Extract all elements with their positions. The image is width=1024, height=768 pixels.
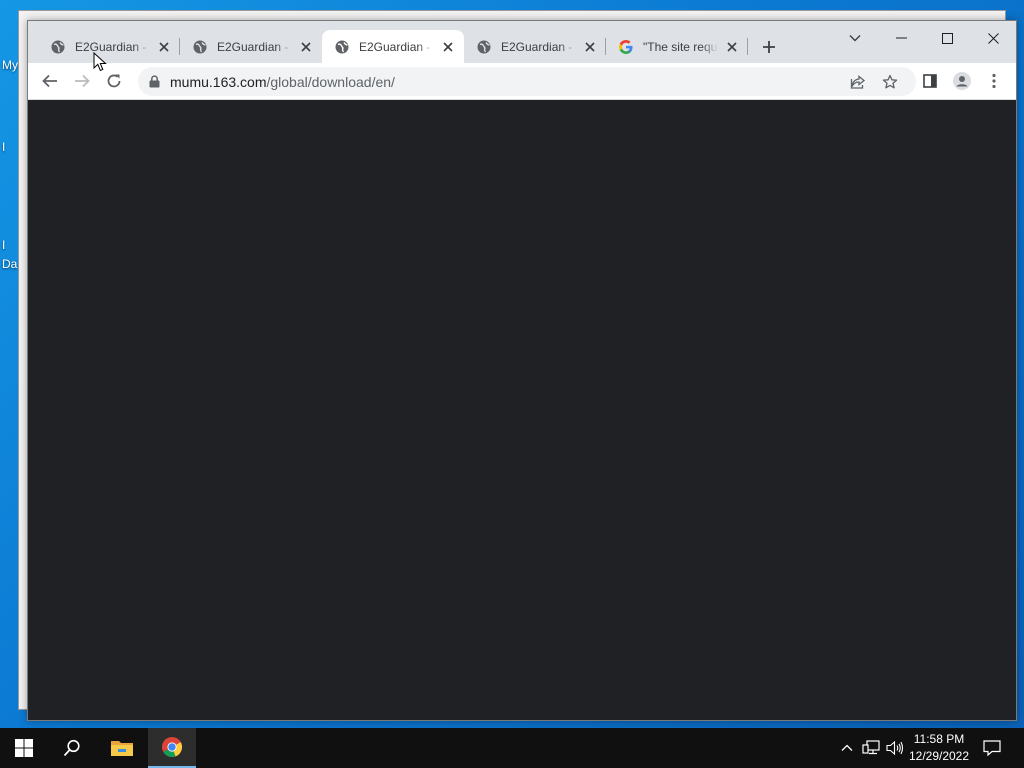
close-icon[interactable] xyxy=(298,39,314,55)
plus-icon xyxy=(763,41,775,53)
taskbar-chrome[interactable] xyxy=(148,728,196,768)
new-tab-button[interactable] xyxy=(758,36,780,58)
tab-e2guardian-2[interactable]: E2Guardian - Unauthorised access xyxy=(180,30,322,63)
share-button[interactable] xyxy=(847,71,869,93)
close-icon xyxy=(987,32,999,44)
tab-e2guardian-4[interactable]: E2Guardian - Unauthorised access xyxy=(464,30,606,63)
tab-title: E2Guardian - Unauthorised access xyxy=(75,39,150,54)
chrome-icon xyxy=(162,737,183,758)
globe-icon xyxy=(192,39,208,55)
page-content[interactable] xyxy=(28,100,1016,720)
tab-e2guardian-1[interactable]: E2Guardian - Unauthorised access xyxy=(38,30,180,63)
desktop-icon-label[interactable]: My xyxy=(2,58,18,72)
taskbar-search-button[interactable] xyxy=(48,728,96,768)
close-icon[interactable] xyxy=(440,39,456,55)
close-icon[interactable] xyxy=(724,39,740,55)
desktop-icon-label[interactable]: I xyxy=(2,140,5,154)
minimize-button[interactable] xyxy=(878,23,924,53)
close-icon[interactable] xyxy=(156,39,172,55)
lock-icon[interactable] xyxy=(147,74,161,88)
star-icon xyxy=(882,74,898,89)
forward-button[interactable] xyxy=(68,67,96,95)
url-text[interactable]: mumu.163.com/global/download/en/ xyxy=(170,74,395,90)
tab-separator xyxy=(747,38,748,55)
globe-icon xyxy=(476,39,492,55)
globe-icon xyxy=(334,39,350,55)
arrow-right-icon xyxy=(75,74,90,88)
menu-button[interactable] xyxy=(980,67,1008,95)
kebab-menu-icon xyxy=(992,73,996,89)
chevron-down-icon xyxy=(849,35,861,42)
tab-title: E2Guardian - Unauthorised access xyxy=(501,39,576,54)
side-panel-icon xyxy=(923,74,937,88)
network-icon xyxy=(862,740,880,755)
action-center-button[interactable] xyxy=(978,728,1006,768)
notification-icon xyxy=(983,740,1001,756)
network-button[interactable] xyxy=(860,728,882,768)
tab-title: "The site requires" xyxy=(643,39,718,54)
minimize-icon xyxy=(895,37,907,39)
taskbar-file-explorer[interactable] xyxy=(98,728,146,768)
tab-google-search[interactable]: "The site requires" xyxy=(606,30,748,63)
start-button[interactable] xyxy=(0,728,48,768)
tab-search-button[interactable] xyxy=(832,23,878,53)
taskbar-clock[interactable]: 11:58 PM 12/29/2022 xyxy=(900,731,978,765)
arrow-left-icon xyxy=(42,74,57,88)
share-icon xyxy=(850,75,866,89)
tab-e2guardian-3-active[interactable]: E2Guardian - Unauthorised access xyxy=(322,30,464,63)
reload-icon xyxy=(107,74,121,88)
side-panel-button[interactable] xyxy=(916,67,944,95)
back-button[interactable] xyxy=(36,67,64,95)
file-explorer-icon xyxy=(111,741,133,756)
globe-icon xyxy=(50,39,66,55)
show-hidden-icons-button[interactable] xyxy=(836,728,858,768)
tab-title: E2Guardian - Unauthorised access xyxy=(359,39,434,54)
taskbar: 11:58 PM 12/29/2022 xyxy=(0,728,1024,768)
browser-window: E2Guardian - Unauthorised access E2Guard… xyxy=(27,20,1017,721)
mouse-cursor-icon xyxy=(93,52,107,72)
address-bar[interactable]: mumu.163.com/global/download/en/ xyxy=(138,67,916,96)
desktop-icon-label[interactable]: I xyxy=(2,238,5,252)
maximize-button[interactable] xyxy=(924,23,970,53)
maximize-icon xyxy=(941,32,953,44)
search-icon xyxy=(63,739,80,757)
chevron-up-icon xyxy=(841,744,853,751)
url-host: mumu.163.com xyxy=(170,74,267,90)
toolbar: mumu.163.com/global/download/en/ xyxy=(28,63,1016,100)
tab-title: E2Guardian - Unauthorised access xyxy=(217,39,292,54)
clock-time: 11:58 PM xyxy=(913,732,965,746)
tab-strip: E2Guardian - Unauthorised access E2Guard… xyxy=(28,21,1016,63)
bookmark-button[interactable] xyxy=(879,71,901,93)
google-icon xyxy=(618,39,634,55)
close-icon[interactable] xyxy=(582,39,598,55)
desktop-icon-label[interactable]: Da xyxy=(2,257,17,271)
close-window-button[interactable] xyxy=(970,23,1016,53)
clock-date: 12/29/2022 xyxy=(908,749,970,763)
windows-start-icon xyxy=(15,739,33,757)
profile-button[interactable] xyxy=(948,67,976,95)
url-path: /global/download/en/ xyxy=(266,74,395,90)
avatar-icon xyxy=(953,72,971,90)
